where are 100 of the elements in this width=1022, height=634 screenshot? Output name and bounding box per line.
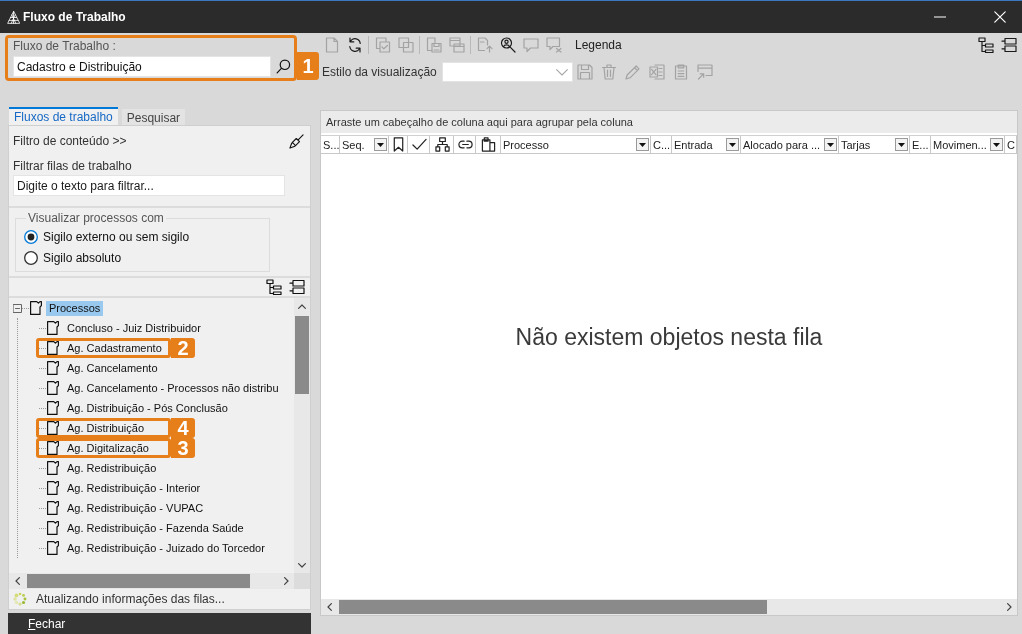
document-icon	[47, 381, 59, 395]
tree-item[interactable]: Ag. Redistribuição - Fazenda Saúde	[65, 520, 246, 536]
collapse-toggle[interactable]	[13, 303, 22, 313]
tree-item[interactable]: Ag. Digitalização	[65, 440, 151, 456]
caret-icon	[377, 142, 384, 147]
callout-badge: 2	[171, 338, 195, 358]
hierarchy-icon	[434, 137, 450, 152]
list-view-button[interactable]	[288, 278, 306, 296]
workflow-field[interactable]: Cadastro e Distribuição	[13, 56, 271, 77]
hierarchy-icon	[266, 279, 282, 295]
tree-item[interactable]: Ag. Distribuição - Pós Conclusão	[65, 400, 230, 416]
column-header[interactable]: E...	[910, 136, 931, 153]
scroll-thumb[interactable]	[339, 600, 767, 614]
callout-badge: 4	[171, 418, 195, 438]
chevron-left-icon	[326, 603, 332, 611]
tree-item[interactable]: Ag. Redistribuição - VUPAC	[65, 500, 206, 516]
stacked-boxes-icon	[289, 279, 305, 295]
export-icon	[696, 64, 713, 80]
empty-message: Não existem objetos nesta fila	[515, 323, 823, 351]
pyramid-logo-icon	[7, 10, 20, 24]
scroll-thumb[interactable]	[295, 316, 309, 394]
close-icon	[994, 11, 1006, 23]
column-filter-button[interactable]	[636, 138, 649, 151]
checked-copy-icon	[374, 37, 391, 53]
radio-button[interactable]	[24, 250, 38, 265]
tree-item[interactable]: Ag. Redistribuição - Juizado do Torcedor	[65, 540, 267, 556]
document-icon	[323, 37, 340, 53]
tab[interactable]: Fluxos de trabalho	[9, 107, 118, 125]
column-header[interactable]: Entrada	[672, 136, 741, 153]
column-filter-button[interactable]	[726, 138, 739, 151]
scrollbar[interactable]	[321, 599, 1017, 615]
column-header[interactable]: Seq.	[340, 136, 389, 153]
scrollbar[interactable]	[294, 298, 310, 573]
callout-badge: 3	[171, 438, 195, 458]
group-legend: Visualizar processos com	[26, 211, 166, 225]
windows-icon	[448, 37, 465, 53]
status-text: Atualizando informações das filas...	[36, 592, 225, 606]
minimize-icon	[934, 16, 946, 18]
window-title: Fluxo de Trabalho	[23, 10, 126, 24]
column-header[interactable]: C	[1005, 136, 1017, 153]
tree-item[interactable]: Processos	[46, 300, 104, 316]
column-header[interactable]: Movimen...	[931, 136, 1005, 153]
tab[interactable]: Pesquisar	[121, 109, 186, 125]
content-filter-toggle[interactable]: Filtro de conteúdo >>	[13, 134, 127, 148]
column-header[interactable]: C...	[651, 136, 672, 153]
tree-item[interactable]: Ag. Redistribuição	[65, 460, 159, 476]
document-icon	[47, 361, 59, 375]
chevron-up-icon	[298, 303, 306, 309]
caret-icon	[993, 142, 1000, 147]
radio-option[interactable]: Sigilo absoluto	[24, 247, 122, 268]
document-icon	[47, 441, 59, 455]
stacked-boxes-icon	[1001, 37, 1017, 53]
chevron-right-icon	[1006, 603, 1012, 611]
tree-item[interactable]: Ag. Cancelamento	[65, 360, 160, 376]
caret-icon	[898, 142, 905, 147]
radio-option[interactable]: Sigilo externo ou sem sigilo	[24, 226, 190, 247]
filter-label: Filtrar filas de trabalho	[13, 159, 133, 173]
clipboard-icon	[672, 64, 689, 80]
document-icon	[47, 321, 59, 335]
minus-box-icon	[13, 303, 22, 313]
radio-button[interactable]	[24, 229, 38, 244]
document-icon	[47, 401, 59, 415]
document-arrow-icon	[476, 37, 493, 53]
save-icon	[576, 64, 593, 80]
chevron-right-icon	[283, 577, 289, 585]
tree-item[interactable]: Ag. Distribuição	[65, 420, 147, 436]
column-filter-button[interactable]	[374, 138, 387, 151]
legend-button[interactable]: Legenda	[573, 35, 624, 55]
checkmark-icon	[411, 137, 427, 152]
loading-spinner-icon	[13, 592, 27, 606]
column-header[interactable]: S...	[321, 136, 340, 153]
document-icon	[47, 541, 59, 555]
chevron-left-icon	[14, 577, 20, 585]
person-search-icon	[499, 37, 516, 53]
clipboard-icon	[481, 137, 496, 152]
workflow-label: Fluxo de Trabalho :	[13, 40, 117, 53]
spreadsheet-icon	[648, 64, 665, 80]
column-filter-button[interactable]	[990, 138, 1003, 151]
chevron-down-icon	[555, 68, 568, 76]
column-header[interactable]: Alocado para ...	[741, 136, 839, 153]
scrollbar[interactable]	[9, 573, 294, 589]
column-filter-button[interactable]	[824, 138, 837, 151]
close-panel-button[interactable]: Fechar	[8, 613, 311, 634]
clear-filter-button[interactable]	[287, 132, 305, 150]
column-header[interactable]: Processo	[501, 136, 651, 153]
tree-item[interactable]: Ag. Redistribuição - Interior	[65, 480, 203, 496]
tree-item[interactable]: Ag. Cadastramento	[65, 340, 164, 356]
caret-icon	[729, 142, 736, 147]
filter-input[interactable]: Digite o texto para filtrar...	[13, 175, 285, 196]
document-icon	[47, 461, 59, 475]
column-filter-button[interactable]	[895, 138, 908, 151]
tree-view-button[interactable]	[265, 278, 283, 296]
bookmark-icon	[391, 137, 406, 152]
tree-item[interactable]: Ag. Cancelamento - Processos não distribu	[65, 380, 281, 396]
column-header[interactable]: Tarjas	[839, 136, 910, 153]
document-icon	[47, 341, 59, 355]
tree-item[interactable]: Concluso - Juiz Distribuidor	[65, 320, 203, 336]
comment-icon	[522, 37, 539, 53]
document-icon	[47, 521, 59, 535]
scroll-thumb[interactable]	[27, 574, 250, 588]
